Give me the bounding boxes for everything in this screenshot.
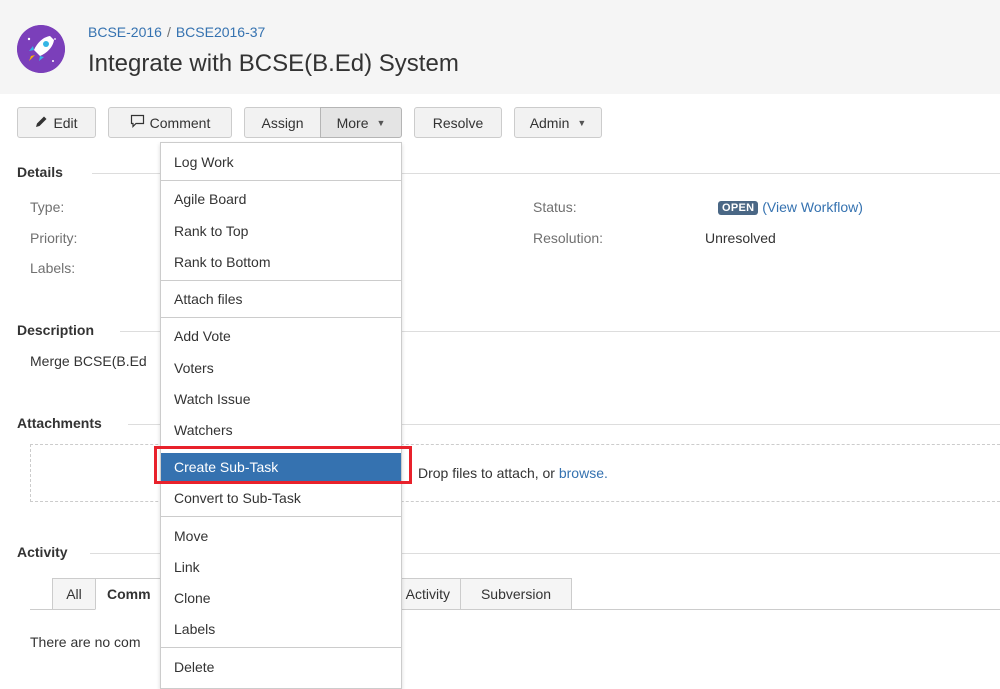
tab-all[interactable]: All <box>52 578 96 610</box>
resolve-button[interactable]: Resolve <box>414 107 502 138</box>
issue-key-link[interactable]: BCSE2016-37 <box>176 24 266 40</box>
details-heading[interactable]: Details <box>17 164 63 180</box>
menu-separator <box>161 647 401 648</box>
menu-item-create-sub-task[interactable]: Create Sub-Task <box>161 453 401 481</box>
assign-button[interactable]: Assign <box>244 107 321 138</box>
assign-button-label: Assign <box>261 114 304 131</box>
more-dropdown-menu: Log Work Agile Board Rank to Top Rank to… <box>160 142 402 689</box>
labels-label: Labels: <box>30 260 76 276</box>
breadcrumb-separator: / <box>166 24 171 40</box>
status-label: Status: <box>533 199 577 215</box>
menu-item-add-vote[interactable]: Add Vote <box>161 323 401 349</box>
menu-item-move[interactable]: Move <box>161 523 401 549</box>
page-title: Integrate with BCSE(B.Ed) System <box>88 50 459 77</box>
resolution-label: Resolution: <box>533 230 604 246</box>
project-avatar-rocket-icon[interactable] <box>17 25 65 73</box>
menu-separator <box>161 516 401 517</box>
more-button[interactable]: More ▼ <box>320 107 402 138</box>
tab-comments[interactable]: Comm <box>95 578 165 610</box>
menu-separator <box>161 280 401 281</box>
description-heading[interactable]: Description <box>17 322 94 338</box>
menu-item-watch-issue[interactable]: Watch Issue <box>161 386 401 412</box>
menu-separator <box>161 317 401 318</box>
menu-item-watchers[interactable]: Watchers <box>161 417 401 443</box>
menu-item-rank-to-top[interactable]: Rank to Top <box>161 218 401 244</box>
menu-item-convert-to-sub-task[interactable]: Convert to Sub-Task <box>161 485 401 511</box>
tab-subversion[interactable]: Subversion <box>460 578 572 610</box>
menu-item-voters[interactable]: Voters <box>161 355 401 381</box>
menu-item-delete[interactable]: Delete <box>161 654 401 680</box>
browse-link[interactable]: browse. <box>559 465 608 481</box>
attachments-heading[interactable]: Attachments <box>17 415 102 431</box>
menu-item-labels[interactable]: Labels <box>161 616 401 642</box>
issue-header: BCSE-2016/ BCSE2016-37 Integrate with BCS… <box>0 0 1000 94</box>
chevron-down-icon: ▼ <box>376 117 386 128</box>
menu-item-attach-files[interactable]: Attach files <box>161 286 401 312</box>
edit-button[interactable]: Edit <box>17 107 96 138</box>
menu-separator <box>161 180 401 181</box>
resolve-button-label: Resolve <box>432 114 484 131</box>
menu-item-clone[interactable]: Clone <box>161 585 401 611</box>
status-badge: OPEN <box>718 201 759 215</box>
comment-button-label: Comment <box>149 114 211 131</box>
menu-item-link[interactable]: Link <box>161 554 401 580</box>
activity-heading[interactable]: Activity <box>17 544 68 560</box>
resolution-value: Unresolved <box>705 230 776 246</box>
dropzone-text: Drop files to attach, or browse. <box>418 465 608 481</box>
menu-item-rank-to-bottom[interactable]: Rank to Bottom <box>161 249 401 275</box>
menu-item-agile-board[interactable]: Agile Board <box>161 186 401 212</box>
comment-button[interactable]: Comment <box>108 107 232 138</box>
admin-button-label: Admin <box>529 114 570 131</box>
project-link[interactable]: BCSE-2016 <box>88 24 162 40</box>
edit-button-label: Edit <box>53 114 78 131</box>
activity-empty-text: There are no com <box>30 634 141 650</box>
comment-icon <box>130 114 145 131</box>
view-workflow-link[interactable]: (View Workflow) <box>762 199 863 215</box>
description-text[interactable]: Merge BCSE(B.Ed <box>30 353 147 369</box>
breadcrumb: BCSE-2016/ BCSE2016-37 <box>88 24 265 40</box>
menu-item-log-work[interactable]: Log Work <box>161 149 401 175</box>
pencil-icon <box>35 115 48 131</box>
chevron-down-icon: ▼ <box>577 117 587 128</box>
priority-label: Priority: <box>30 230 78 246</box>
type-label: Type: <box>30 199 65 215</box>
admin-button[interactable]: Admin ▼ <box>514 107 602 138</box>
menu-separator <box>161 447 401 448</box>
status-value: OPEN (View Workflow) <box>718 199 863 215</box>
more-button-label: More <box>336 114 369 131</box>
drop-files-text: Drop files to attach, or <box>418 465 555 481</box>
